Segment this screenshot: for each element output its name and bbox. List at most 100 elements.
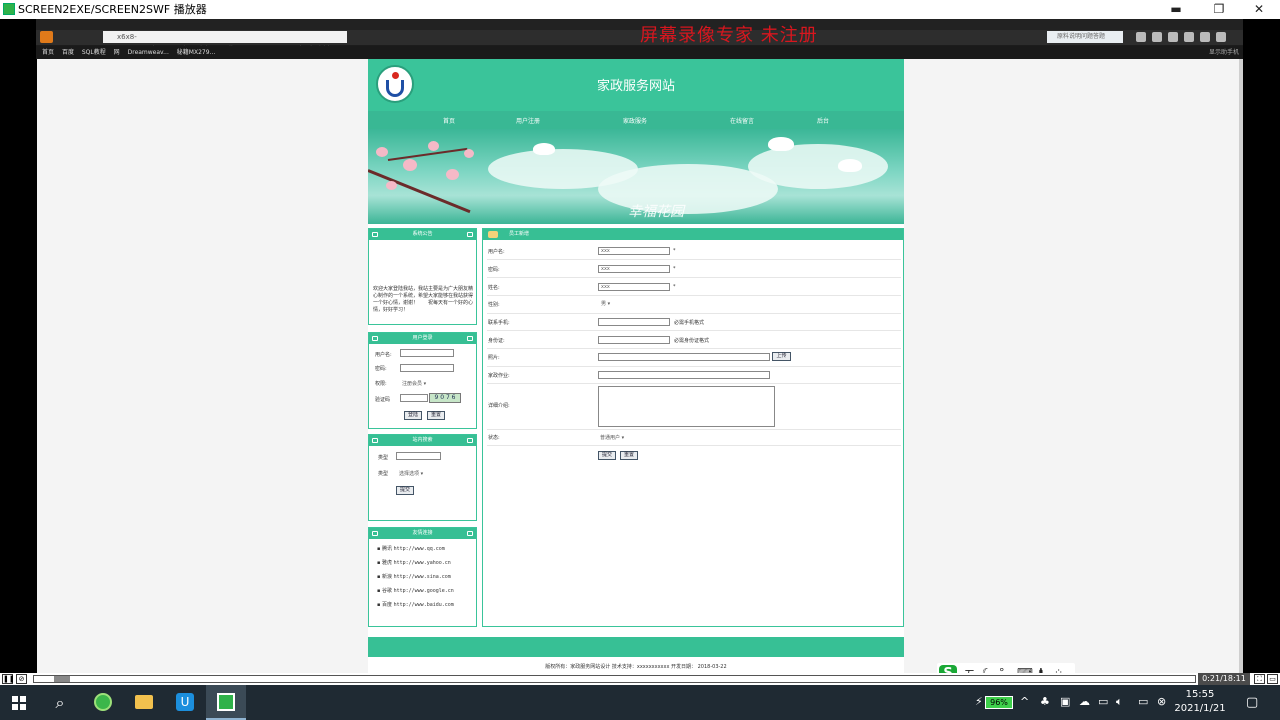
search-title: 站内搜索 (412, 437, 433, 443)
name-input[interactable]: xxx (598, 283, 670, 291)
toolbar-icon[interactable] (1136, 32, 1146, 42)
nav-messages[interactable]: 在线留言 (730, 116, 754, 125)
browser-right-tools: 原料说明问题答题 (1000, 31, 1240, 44)
photo-input[interactable] (598, 353, 770, 361)
toolbar-icon[interactable] (1168, 32, 1178, 42)
link-name: 腾讯 (381, 546, 392, 552)
volume-icon[interactable]: 🔈︎ (1116, 695, 1123, 709)
work-label: 家政作业: (488, 373, 510, 379)
employee-add-panel: 员工新增 用户名: xxx * 密码: xxx * 姓名: xxx * 性别: … (482, 228, 904, 627)
username-input[interactable]: xxx (598, 247, 670, 255)
page-scrollbar[interactable] (1239, 59, 1243, 673)
reset-button[interactable]: 重置 (620, 451, 638, 460)
bookmark-item[interactable]: 首页 (42, 49, 54, 56)
toolbar-icon[interactable] (1216, 32, 1226, 42)
bookmark-item[interactable]: 百度 (62, 49, 74, 56)
player-app-icon (217, 693, 235, 711)
pause-button[interactable]: ❚❚ (2, 674, 15, 684)
search-icon[interactable]: ⌕ (40, 685, 80, 720)
upload-button[interactable]: 上传 (772, 352, 791, 361)
login-reset-button[interactable]: 重置 (427, 411, 445, 420)
close-button[interactable]: ✕ (1243, 0, 1275, 19)
link-url: http://www.yahoo.cn (393, 560, 451, 566)
gender-select[interactable]: 男 ▾ (601, 300, 610, 307)
tray-app-icon[interactable]: ▣ (1060, 695, 1070, 708)
tray-app-icon[interactable]: ♣ (1040, 695, 1050, 708)
battery-indicator[interactable]: 96% (985, 696, 1013, 709)
stop-button[interactable]: ⊘ (16, 674, 27, 684)
login-role-label: 权限: (375, 381, 387, 387)
link-item[interactable]: ▪ 百度 http://www.baidu.com (377, 601, 454, 608)
nav-services[interactable]: 家政服务 (623, 116, 647, 125)
seek-bar[interactable] (33, 675, 1196, 683)
search-type-input[interactable] (396, 452, 441, 460)
banner-blossom (403, 159, 417, 171)
submit-button[interactable]: 提交 (598, 451, 616, 460)
folder-icon (488, 231, 498, 238)
phone-input[interactable] (598, 318, 670, 326)
employee-add-title: 员工新增 (509, 231, 530, 237)
login-username-label: 用户名: (375, 352, 392, 358)
idcard-hint: 必需身份证格式 (674, 338, 710, 344)
detail-textarea[interactable] (598, 386, 775, 427)
link-item[interactable]: ▪ 谷歌 http://www.google.cn (377, 587, 454, 594)
login-role-select[interactable]: 注册会员 ▾ (402, 380, 426, 387)
status-select[interactable]: 普通用户 ▾ (600, 434, 624, 441)
explorer-taskbar-button[interactable] (124, 685, 164, 720)
nav-register[interactable]: 用户注册 (516, 116, 540, 125)
settings-button[interactable]: ▭ (1267, 674, 1278, 684)
browser-search-input[interactable]: 原料说明问题答题 (1047, 31, 1123, 43)
idcard-input[interactable] (598, 336, 670, 344)
fit-screen-button[interactable]: ⛶ (1254, 674, 1265, 684)
link-item[interactable]: ▪ 新浪 http://www.sina.com (377, 573, 451, 580)
address-bar[interactable]: x6x8-20170926ke:8080/jspmjzhwwzsjlzc7584… (103, 31, 347, 53)
banner-blossom (464, 149, 474, 158)
bookmark-item[interactable]: SQL教程 (82, 49, 106, 56)
work-input[interactable] (598, 371, 770, 379)
taskbar-clock[interactable]: 15:55 2021/1/21 (1170, 688, 1230, 716)
link-name: 雅虎 (381, 560, 392, 566)
wechat-icon[interactable]: ☁ (1079, 695, 1090, 708)
password-label: 密码: (488, 267, 500, 273)
panel-right-deco (467, 336, 473, 341)
chevron-up-icon[interactable]: ^ (1020, 695, 1029, 708)
bookmark-item[interactable]: Dreamweav... (128, 49, 169, 56)
search-kw-select[interactable]: 选择选项 ▾ (399, 470, 423, 477)
back-button[interactable] (40, 31, 53, 43)
search-submit-button[interactable]: 提交 (396, 486, 414, 495)
start-button[interactable] (0, 685, 40, 720)
notifications-icon[interactable]: ▢ (1246, 695, 1258, 710)
restore-button[interactable]: ❐ (1203, 0, 1235, 19)
login-captcha-input[interactable] (400, 394, 428, 402)
password-input[interactable]: xxx (598, 265, 670, 273)
panel-left-deco (372, 232, 378, 237)
search-kw-value: 选择选项 (399, 471, 420, 477)
login-password-input[interactable] (400, 364, 454, 372)
bookmark-item[interactable]: 网 (114, 49, 120, 56)
login-username-input[interactable] (400, 349, 454, 357)
bookmark-right-label[interactable]: 显示助手机 (1209, 46, 1239, 59)
nav-home[interactable]: 首页 (443, 116, 455, 125)
toolbar-icon[interactable] (1184, 32, 1194, 42)
minimize-button[interactable]: ▬ (1160, 0, 1192, 19)
network-icon[interactable]: ▭ (1138, 695, 1148, 708)
toolbar-icon[interactable] (1152, 32, 1162, 42)
browser-taskbar-button[interactable] (83, 685, 123, 720)
power-icon[interactable]: ⚡ (975, 695, 983, 708)
link-item[interactable]: ▪ 腾讯 http://www.qq.com (377, 545, 445, 552)
battery-icon[interactable]: ▭ (1098, 695, 1108, 708)
links-panel-header: 友情连接 (369, 528, 476, 539)
login-button[interactable]: 登陆 (404, 411, 422, 420)
bookmark-item[interactable]: 秘籍MX279... (177, 49, 215, 56)
seek-thumb[interactable] (54, 676, 70, 682)
nav-admin[interactable]: 后台 (817, 116, 829, 125)
close-circle-icon[interactable]: ⊗ (1157, 695, 1166, 708)
recorder-watermark: 屏幕录像专家 未注册 (640, 25, 818, 46)
captcha-image[interactable]: 9 0 7 6 (429, 393, 461, 403)
u-app-taskbar-button[interactable]: U (165, 685, 205, 720)
toolbar-icon[interactable] (1200, 32, 1210, 42)
panel-right-deco (467, 438, 473, 443)
banner-caption: 幸福花园 (628, 204, 684, 220)
link-item[interactable]: ▪ 雅虎 http://www.yahoo.cn (377, 559, 451, 566)
player-taskbar-button[interactable] (206, 685, 246, 720)
